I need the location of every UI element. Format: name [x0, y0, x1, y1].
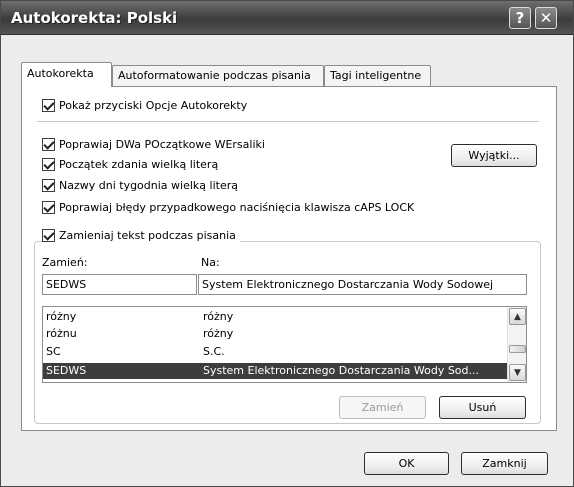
- title-bar[interactable]: Autokorekta: Polski ? ✕: [1, 1, 573, 35]
- list-item[interactable]: SC S.C.: [43, 344, 507, 360]
- two-initial-caps-checkbox[interactable]: [42, 138, 55, 151]
- autocorrect-dialog: Autokorekta: Polski ? ✕ Autokorekta Auto…: [0, 0, 574, 487]
- scroll-down-button[interactable]: ▼: [509, 364, 526, 381]
- two-initial-caps-label: Poprawiaj DWa POczątkowe WErsaliki: [59, 138, 265, 151]
- help-button[interactable]: ?: [509, 7, 531, 29]
- day-names-option[interactable]: Nazwy dni tygodnia wielką literą: [42, 179, 238, 192]
- list-item-selected[interactable]: SEDWS System Elektronicznego Dostarczani…: [43, 363, 507, 379]
- entry-replace-text: różnu: [46, 327, 77, 340]
- replace-text-option[interactable]: Zamieniaj tekst podczas pisania: [42, 229, 240, 242]
- show-autocorrect-options-label: Pokaż przyciski Opcje Autokorekty: [59, 99, 248, 112]
- list-scrollbar[interactable]: ▲ ▼: [507, 307, 526, 382]
- caps-lock-label: Poprawiaj błędy przypadkowego naciśnięci…: [59, 201, 415, 214]
- scroll-thumb[interactable]: [509, 345, 526, 353]
- scroll-up-button[interactable]: ▲: [509, 308, 526, 325]
- delete-button[interactable]: Usuń: [439, 396, 526, 419]
- sentence-caps-checkbox[interactable]: [42, 158, 55, 171]
- section-divider: [37, 121, 539, 122]
- replace-input[interactable]: SEDWS: [42, 274, 197, 295]
- entry-replace-text: SEDWS: [46, 364, 87, 377]
- two-initial-caps-option[interactable]: Poprawiaj DWa POczątkowe WErsaliki: [42, 138, 265, 151]
- ok-button[interactable]: OK: [364, 452, 449, 475]
- chevron-up-icon: ▲: [514, 311, 521, 322]
- autocorrect-entries-list[interactable]: różny różny różnu różny SC S.C. SEDWS Sy…: [42, 306, 527, 383]
- entry-with-text: różny: [203, 310, 234, 323]
- list-item[interactable]: różnu różny: [43, 326, 507, 342]
- replace-text-label: Zamieniaj tekst podczas pisania: [59, 229, 236, 242]
- show-autocorrect-options-checkbox[interactable]: [42, 99, 55, 112]
- show-autocorrect-options-option[interactable]: Pokaż przyciski Opcje Autokorekty: [42, 99, 247, 112]
- replace-button[interactable]: Zamień: [339, 396, 426, 419]
- entry-with-text: System Elektronicznego Dostarczania Wody…: [203, 364, 480, 377]
- sentence-caps-label: Początek zdania wielką literą: [59, 158, 219, 171]
- help-icon: ?: [515, 9, 525, 27]
- replace-label: Zamień:: [42, 256, 88, 269]
- with-input[interactable]: System Elektronicznego Dostarczania Wody…: [198, 274, 527, 295]
- entry-with-text: S.C.: [203, 345, 225, 358]
- close-button[interactable]: Zamknij: [461, 452, 548, 475]
- entry-replace-text: SC: [46, 345, 61, 358]
- with-label: Na:: [201, 256, 220, 269]
- list-item[interactable]: różny różny: [43, 309, 507, 325]
- entry-with-text: różny: [203, 327, 234, 340]
- close-icon: ✕: [539, 9, 553, 27]
- close-window-button[interactable]: ✕: [535, 7, 557, 29]
- window-title: Autokorekta: Polski: [11, 9, 178, 27]
- day-names-checkbox[interactable]: [42, 179, 55, 192]
- entry-replace-text: różny: [46, 310, 77, 323]
- tab-smart-tags[interactable]: Tagi inteligentne: [324, 65, 431, 86]
- tab-autoformat-as-you-type[interactable]: Autoformatowanie podczas pisania: [112, 65, 324, 86]
- tab-autocorrect[interactable]: Autokorekta: [21, 62, 112, 87]
- sentence-caps-option[interactable]: Początek zdania wielką literą: [42, 158, 218, 171]
- exceptions-button[interactable]: Wyjątki...: [451, 144, 537, 167]
- replace-text-checkbox[interactable]: [42, 229, 55, 242]
- caps-lock-option[interactable]: Poprawiaj błędy przypadkowego naciśnięci…: [42, 201, 414, 214]
- day-names-label: Nazwy dni tygodnia wielką literą: [59, 179, 238, 192]
- caps-lock-checkbox[interactable]: [42, 201, 55, 214]
- chevron-down-icon: ▼: [514, 367, 521, 378]
